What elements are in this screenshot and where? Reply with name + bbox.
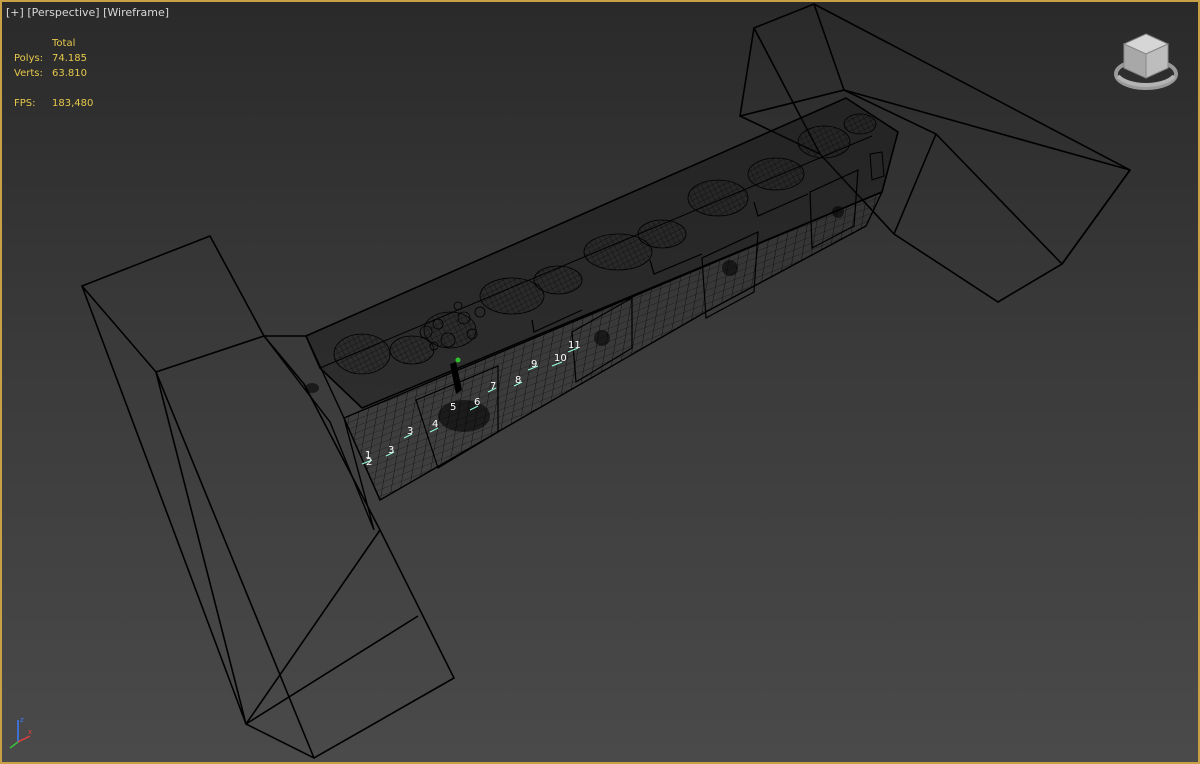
marker-label: 10	[554, 353, 567, 364]
marker-label: 7	[490, 381, 496, 392]
marker: 8	[513, 375, 523, 387]
wireframe-scene[interactable]: 1 2 3 3 4 5 6 7 8 9 10 11	[2, 2, 1198, 762]
viewport-statistics: Total Polys: 74.185 Verts: 63.810 FPS: 1…	[14, 36, 93, 111]
svg-text:x: x	[28, 728, 32, 736]
viewcube-icon[interactable]	[1112, 30, 1180, 98]
marker-label: 3	[388, 445, 394, 456]
marker-label: 4	[432, 419, 438, 430]
marker-label: 8	[515, 375, 521, 386]
viewport-menu-perspective[interactable]: [Perspective]	[27, 6, 99, 19]
marker-label: 9	[531, 359, 537, 370]
counter-wireframe	[262, 97, 899, 531]
polys-value: 74.185	[52, 53, 87, 64]
fps-label: FPS:	[14, 98, 36, 109]
marker: 3	[385, 445, 394, 457]
marker: 2	[366, 457, 372, 468]
fps-value: 183,480	[52, 98, 94, 109]
marker: 7	[487, 381, 496, 393]
viewport-perspective[interactable]: 1 2 3 3 4 5 6 7 8 9 10 11 [+] [Perspecti…	[0, 0, 1200, 764]
marker-label: 11	[568, 340, 581, 351]
marker-label: 6	[474, 397, 480, 408]
verts-label: Verts:	[14, 68, 43, 79]
viewport-menu-plus[interactable]: [+]	[6, 6, 24, 19]
marker: 11	[567, 340, 581, 353]
viewport-menu-shading[interactable]: [Wireframe]	[103, 6, 169, 19]
marker-label: 2	[366, 457, 372, 468]
marker-label: 5	[450, 402, 456, 413]
svg-text:z: z	[20, 716, 24, 724]
viewport-label: [+] [Perspective] [Wireframe]	[6, 6, 169, 19]
polys-label: Polys:	[14, 53, 44, 64]
marker-label: 3	[407, 426, 413, 437]
verts-value: 63.810	[52, 68, 87, 79]
stats-header: Total	[52, 38, 76, 49]
marker: 5	[450, 402, 456, 413]
axis-tripod-icon: z x	[9, 716, 32, 749]
